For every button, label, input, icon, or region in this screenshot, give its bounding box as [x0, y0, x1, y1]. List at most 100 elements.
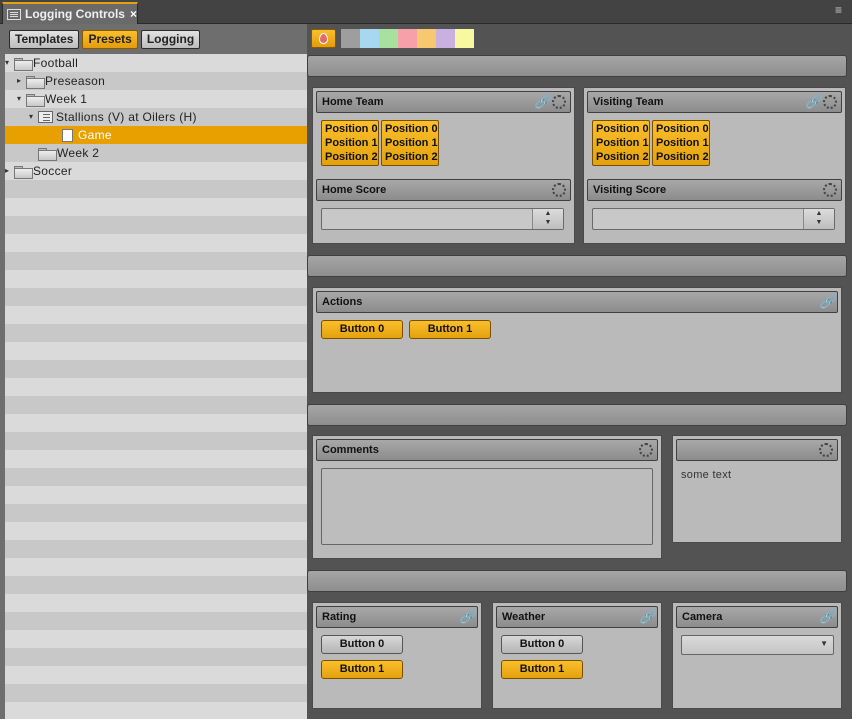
- home-score-header: Home Score: [316, 179, 571, 201]
- expand-down-icon[interactable]: ▾: [5, 59, 13, 67]
- actions-button-0[interactable]: Button 0: [321, 320, 403, 339]
- color-picker-button[interactable]: [311, 29, 336, 48]
- tree-row[interactable]: Game: [5, 126, 307, 144]
- expand-down-icon[interactable]: ▾: [17, 95, 25, 103]
- weather-title: Weather: [502, 611, 546, 623]
- color-swatch[interactable]: [360, 29, 379, 48]
- tree-row: [5, 648, 307, 666]
- tree-item-label: Soccer: [33, 164, 73, 178]
- visiting-score-title: Visiting Score: [593, 184, 667, 196]
- gear-icon[interactable]: [552, 183, 566, 197]
- color-swatch[interactable]: [417, 29, 436, 48]
- link-icon[interactable]: 🔗: [639, 610, 655, 624]
- color-swatch[interactable]: [455, 29, 474, 48]
- tree-row: [5, 252, 307, 270]
- tree-row[interactable]: ▾ Stallions (V) at Oilers (H): [5, 108, 307, 126]
- link-icon[interactable]: 🔗: [805, 95, 821, 109]
- weather-button-1[interactable]: Button 1: [501, 660, 583, 679]
- visiting-position-1-b[interactable]: Position 1: [656, 136, 709, 150]
- color-swatch[interactable]: [398, 29, 417, 48]
- comments-header: Comments: [316, 439, 658, 461]
- home-score-stepper[interactable]: ▲ ▼: [321, 208, 564, 230]
- gear-icon[interactable]: [823, 183, 837, 197]
- comments-textarea[interactable]: [321, 468, 653, 545]
- gear-icon[interactable]: [823, 95, 837, 109]
- tree-row: [5, 702, 307, 719]
- expand-down-icon[interactable]: ▾: [29, 113, 37, 121]
- section-header-teams[interactable]: [307, 55, 847, 77]
- color-swatch[interactable]: [436, 29, 455, 48]
- section-header-conditions[interactable]: [307, 570, 847, 592]
- link-icon[interactable]: 🔗: [459, 610, 475, 624]
- tree-row[interactable]: ▸ Soccer: [5, 162, 307, 180]
- visiting-position-1-a[interactable]: Position 1: [596, 136, 649, 150]
- tab-logging-controls[interactable]: Logging Controls ×: [2, 2, 138, 24]
- expand-right-icon[interactable]: ▸: [17, 77, 25, 85]
- rating-button-0[interactable]: Button 0: [321, 635, 403, 654]
- home-position-1-b[interactable]: Position 1: [385, 136, 438, 150]
- tree-row: [5, 216, 307, 234]
- untitled-text-group: some text: [672, 435, 842, 543]
- rating-button-1[interactable]: Button 1: [321, 660, 403, 679]
- weather-button-0[interactable]: Button 0: [501, 635, 583, 654]
- tree-row[interactable]: Week 2: [5, 144, 307, 162]
- tree-row: [5, 378, 307, 396]
- link-icon[interactable]: 🔗: [819, 610, 835, 624]
- actions-button-1[interactable]: Button 1: [409, 320, 491, 339]
- preset-tree: ▾ Football ▸ Preseason ▾ Week 1 ▾ Stallions (V)…: [5, 54, 307, 719]
- color-swatch[interactable]: [341, 29, 360, 48]
- home-position-0-a[interactable]: Position 0: [325, 122, 378, 136]
- rating-group: Rating 🔗 Button 0 Button 1: [312, 602, 482, 709]
- document-icon: [62, 128, 73, 142]
- home-position-1-a[interactable]: Position 1: [325, 136, 378, 150]
- tree-row[interactable]: ▾ Week 1: [5, 90, 307, 108]
- tree-row[interactable]: ▸ Preseason: [5, 72, 307, 90]
- home-position-0-b[interactable]: Position 0: [385, 122, 438, 136]
- visiting-score-stepper[interactable]: ▲ ▼: [592, 208, 835, 230]
- link-icon[interactable]: 🔗: [534, 95, 550, 109]
- home-team-group: Home Team 🔗 Position 0 Position 1 Positi…: [312, 87, 575, 244]
- templates-button[interactable]: Templates: [9, 30, 80, 49]
- tree-row: [5, 180, 307, 198]
- section-header-actions[interactable]: [307, 255, 847, 277]
- color-swatch-bar: [311, 29, 474, 48]
- close-icon[interactable]: ×: [130, 7, 137, 21]
- panel-menu-icon[interactable]: ≡: [833, 4, 844, 16]
- home-position-2-b[interactable]: Position 2: [385, 150, 438, 164]
- visiting-team-title: Visiting Team: [593, 96, 664, 108]
- tree-row: [5, 504, 307, 522]
- visiting-position-0-b[interactable]: Position 0: [656, 122, 709, 136]
- tree-item-label: Stallions (V) at Oilers (H): [56, 110, 197, 124]
- visiting-position-0-a[interactable]: Position 0: [596, 122, 649, 136]
- home-position-2-a[interactable]: Position 2: [325, 150, 378, 164]
- tree-row: [5, 522, 307, 540]
- tree-row[interactable]: ▾ Football: [5, 54, 307, 72]
- stepper-arrows-icon[interactable]: ▲ ▼: [803, 209, 834, 229]
- folder-icon: [26, 93, 45, 107]
- camera-title: Camera: [682, 611, 723, 623]
- stepper-arrows-icon[interactable]: ▲ ▼: [532, 209, 563, 229]
- color-swatch[interactable]: [379, 29, 398, 48]
- expand-right-icon[interactable]: ▸: [5, 167, 13, 175]
- gear-icon[interactable]: [819, 443, 833, 457]
- visiting-position-group-a: Position 0 Position 1 Position 2: [592, 120, 650, 166]
- tree-row: [5, 666, 307, 684]
- gear-icon[interactable]: [552, 95, 566, 109]
- section-header-notes[interactable]: [307, 404, 847, 426]
- presets-button[interactable]: Presets: [82, 30, 138, 49]
- camera-dropdown[interactable]: ▼: [681, 635, 834, 655]
- tree-row: [5, 360, 307, 378]
- tree-item-label: Week 2: [57, 146, 100, 160]
- gear-icon[interactable]: [639, 443, 653, 457]
- visiting-team-group: Visiting Team 🔗 Position 0 Position 1 Po…: [583, 87, 846, 244]
- tree-row: [5, 630, 307, 648]
- tree-row: [5, 594, 307, 612]
- visiting-position-2-b[interactable]: Position 2: [656, 150, 709, 164]
- logging-button[interactable]: Logging: [140, 30, 201, 49]
- home-score-title: Home Score: [322, 184, 387, 196]
- link-icon[interactable]: 🔗: [819, 295, 835, 309]
- visiting-position-2-a[interactable]: Position 2: [596, 150, 649, 164]
- actions-group: Actions 🔗 Button 0 Button 1: [312, 287, 842, 393]
- tree-row: [5, 342, 307, 360]
